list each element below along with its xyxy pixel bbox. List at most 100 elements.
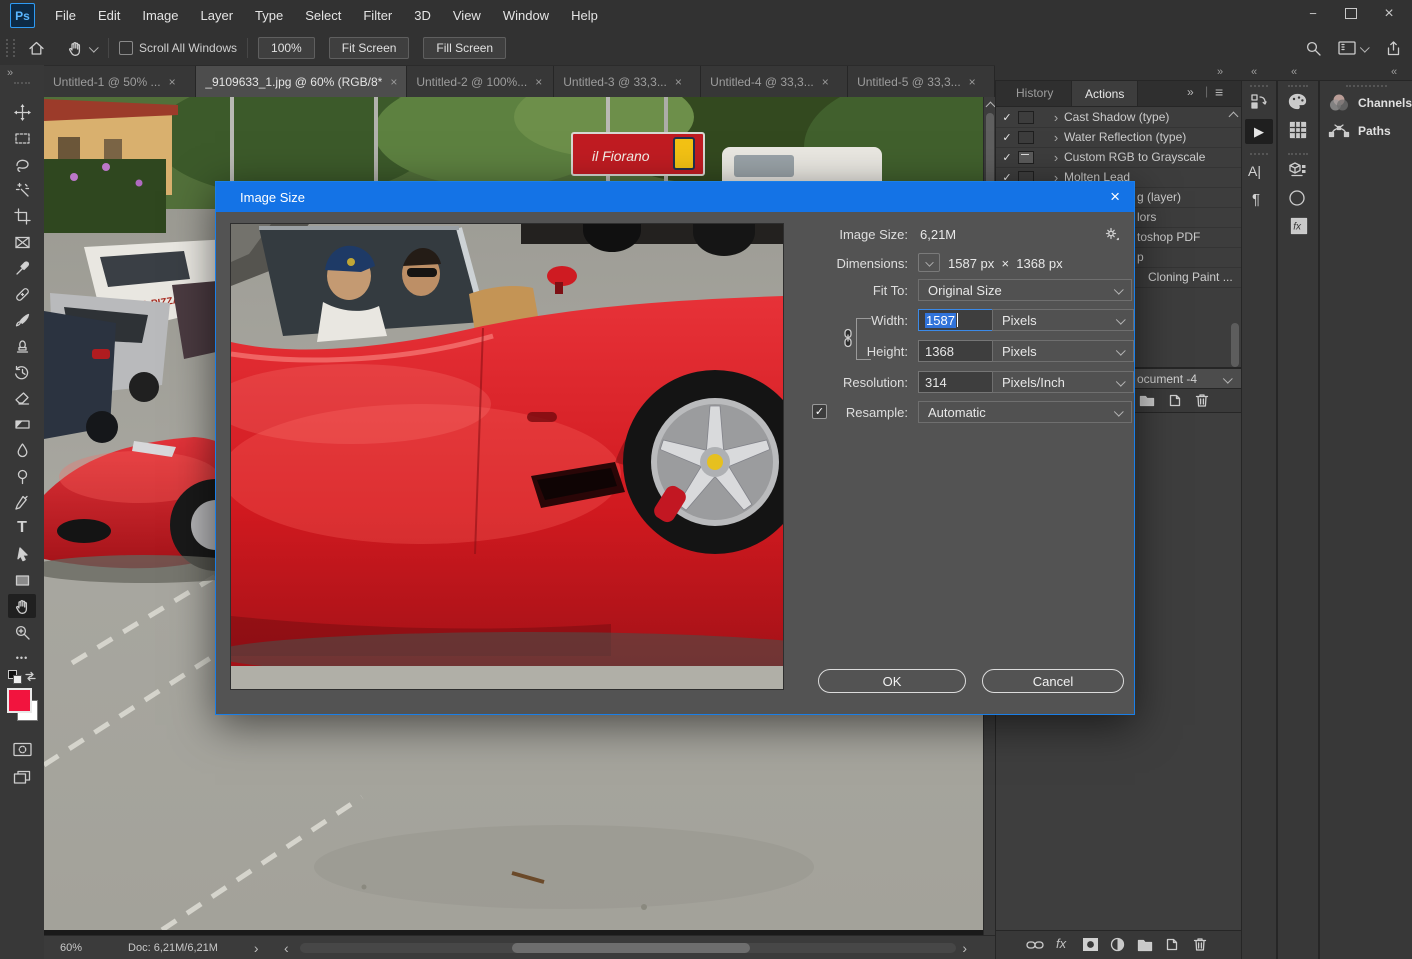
tab-untitled-5[interactable]: Untitled-5 @ 33,3...× (848, 66, 995, 97)
quick-mask-button[interactable] (8, 737, 36, 761)
actions-panel-button[interactable]: ▶ (1245, 119, 1273, 144)
ok-button[interactable]: OK (818, 669, 966, 693)
menu-item-layer[interactable]: Layer (190, 0, 245, 31)
delete-action-icon[interactable] (1194, 392, 1210, 409)
type-tool[interactable]: T (8, 516, 36, 540)
history-brush-tool[interactable] (8, 360, 36, 384)
collapse-strip-button[interactable]: « (1291, 66, 1296, 78)
search-icon[interactable] (1305, 40, 1322, 57)
menu-item-filter[interactable]: Filter (352, 0, 403, 31)
tab-untitled-1[interactable]: Untitled-1 @ 50% ...× (44, 66, 196, 97)
tab-untitled-2[interactable]: Untitled-2 @ 100%...× (407, 66, 554, 97)
healing-brush-tool[interactable] (8, 282, 36, 306)
tab-close-icon[interactable]: × (390, 75, 397, 89)
zoom-100-button[interactable]: 100% (258, 37, 315, 59)
blur-tool[interactable] (8, 438, 36, 462)
scroll-all-windows-checkbox[interactable] (119, 41, 133, 55)
menu-item-help[interactable]: Help (560, 0, 609, 31)
pen-tool[interactable] (8, 490, 36, 514)
collapse-strip-button[interactable]: « (1391, 66, 1396, 78)
menu-item-select[interactable]: Select (294, 0, 352, 31)
height-input[interactable]: 1368 (918, 340, 996, 362)
action-row[interactable]: ✓ › Custom RGB to Grayscale (996, 147, 1241, 168)
fit-screen-button[interactable]: Fit Screen (329, 37, 410, 59)
workspace-switcher[interactable] (1338, 41, 1369, 56)
fill-screen-button[interactable]: Fill Screen (423, 37, 506, 59)
action-row[interactable]: ✓ › Cast Shadow (type) (996, 107, 1241, 128)
tab-close-icon[interactable]: × (969, 75, 976, 89)
adjustment-layer-icon[interactable] (1110, 937, 1125, 952)
scroll-left-icon[interactable]: ‹ (284, 940, 289, 956)
dialog-title-bar[interactable]: Image Size × (216, 182, 1134, 212)
tab-close-icon[interactable]: × (169, 75, 176, 89)
zoom-level-field[interactable]: 60% (60, 942, 82, 954)
new-layer-icon[interactable] (1164, 937, 1179, 952)
hand-tool-preset[interactable] (67, 40, 98, 57)
eraser-tool[interactable] (8, 386, 36, 410)
menu-item-window[interactable]: Window (492, 0, 560, 31)
height-unit-dropdown[interactable]: Pixels (992, 340, 1134, 362)
adjustments-panel-button[interactable] (1288, 189, 1306, 207)
actions-scroll-thumb[interactable] (1231, 323, 1239, 367)
menu-item-file[interactable]: File (44, 0, 87, 31)
tab-9109633[interactable]: _9109633_1.jpg @ 60% (RGB/8*)× (196, 66, 407, 97)
rectangular-marquee-tool[interactable] (8, 126, 36, 150)
action-dialog-toggle-on[interactable] (1018, 151, 1034, 164)
patterns-panel-button[interactable] (1289, 121, 1307, 139)
collapse-strip-button[interactable]: « (1251, 66, 1256, 78)
gradient-tool[interactable] (8, 412, 36, 436)
foreground-color-swatch[interactable] (7, 688, 32, 713)
action-check-icon[interactable]: ✓ (996, 151, 1018, 164)
image-preview[interactable] (230, 223, 784, 690)
horizontal-scroll-thumb[interactable] (512, 943, 750, 953)
minimize-button[interactable]: − (1294, 0, 1332, 27)
tab-close-icon[interactable]: × (675, 75, 682, 89)
scroll-right-icon[interactable]: › (962, 940, 967, 956)
tab-close-icon[interactable]: × (822, 75, 829, 89)
crop-tool[interactable] (8, 204, 36, 228)
panel-menu-icon[interactable]: ≡ (1215, 84, 1223, 100)
menu-item-type[interactable]: Type (244, 0, 294, 31)
layer-style-icon[interactable]: fx (1056, 936, 1066, 951)
scroll-all-windows-option[interactable]: Scroll All Windows (119, 41, 237, 55)
paragraph-panel-icon[interactable]: ¶ (1252, 191, 1260, 208)
resample-dropdown[interactable]: Automatic (918, 401, 1132, 423)
disclosure-icon[interactable]: › (1048, 130, 1064, 145)
maximize-button[interactable] (1332, 0, 1370, 27)
dialog-close-icon[interactable]: × (1110, 187, 1120, 207)
menu-item-edit[interactable]: Edit (87, 0, 131, 31)
character-panel-icon[interactable]: A| (1248, 163, 1261, 179)
swatches-panel-button[interactable] (1288, 93, 1307, 110)
new-group-icon[interactable] (1137, 939, 1153, 952)
scroll-up-icon[interactable] (986, 102, 996, 112)
shape-tool[interactable] (8, 568, 36, 592)
action-check-icon[interactable]: ✓ (996, 131, 1018, 144)
action-row[interactable]: ✓ › Water Reflection (type) (996, 127, 1241, 148)
lasso-tool[interactable] (8, 152, 36, 176)
eyedropper-tool[interactable] (8, 256, 36, 280)
dodge-tool[interactable] (8, 464, 36, 488)
path-select-tool[interactable] (8, 542, 36, 566)
action-dialog-toggle[interactable] (1018, 111, 1034, 124)
horizontal-scrollbar[interactable] (300, 943, 956, 953)
new-set-folder-icon[interactable] (1139, 394, 1155, 408)
tab-untitled-3[interactable]: Untitled-3 @ 33,3...× (554, 66, 701, 97)
link-layers-icon[interactable] (1026, 939, 1044, 951)
width-input[interactable]: 1587 (918, 309, 996, 331)
gear-icon[interactable] (1104, 226, 1119, 241)
move-tool[interactable] (8, 100, 36, 124)
clone-stamp-tool[interactable] (8, 334, 36, 358)
styles-panel-button[interactable]: fx (1290, 217, 1308, 235)
new-action-icon[interactable] (1167, 393, 1182, 408)
close-button[interactable]: × (1370, 0, 1408, 27)
tab-untitled-4[interactable]: Untitled-4 @ 33,3...× (701, 66, 848, 97)
dimensions-dropdown-button[interactable] (918, 253, 940, 272)
fit-to-dropdown[interactable]: Original Size (918, 279, 1132, 301)
panel-expand-icon[interactable]: » (1187, 85, 1194, 99)
layer-mask-icon[interactable] (1082, 937, 1099, 952)
magic-wand-tool[interactable] (8, 178, 36, 202)
disclosure-icon[interactable]: › (1048, 110, 1064, 125)
menu-item-3d[interactable]: 3D (403, 0, 442, 31)
collapse-panel-button[interactable]: » (1217, 66, 1222, 78)
action-dialog-toggle[interactable] (1018, 131, 1034, 144)
